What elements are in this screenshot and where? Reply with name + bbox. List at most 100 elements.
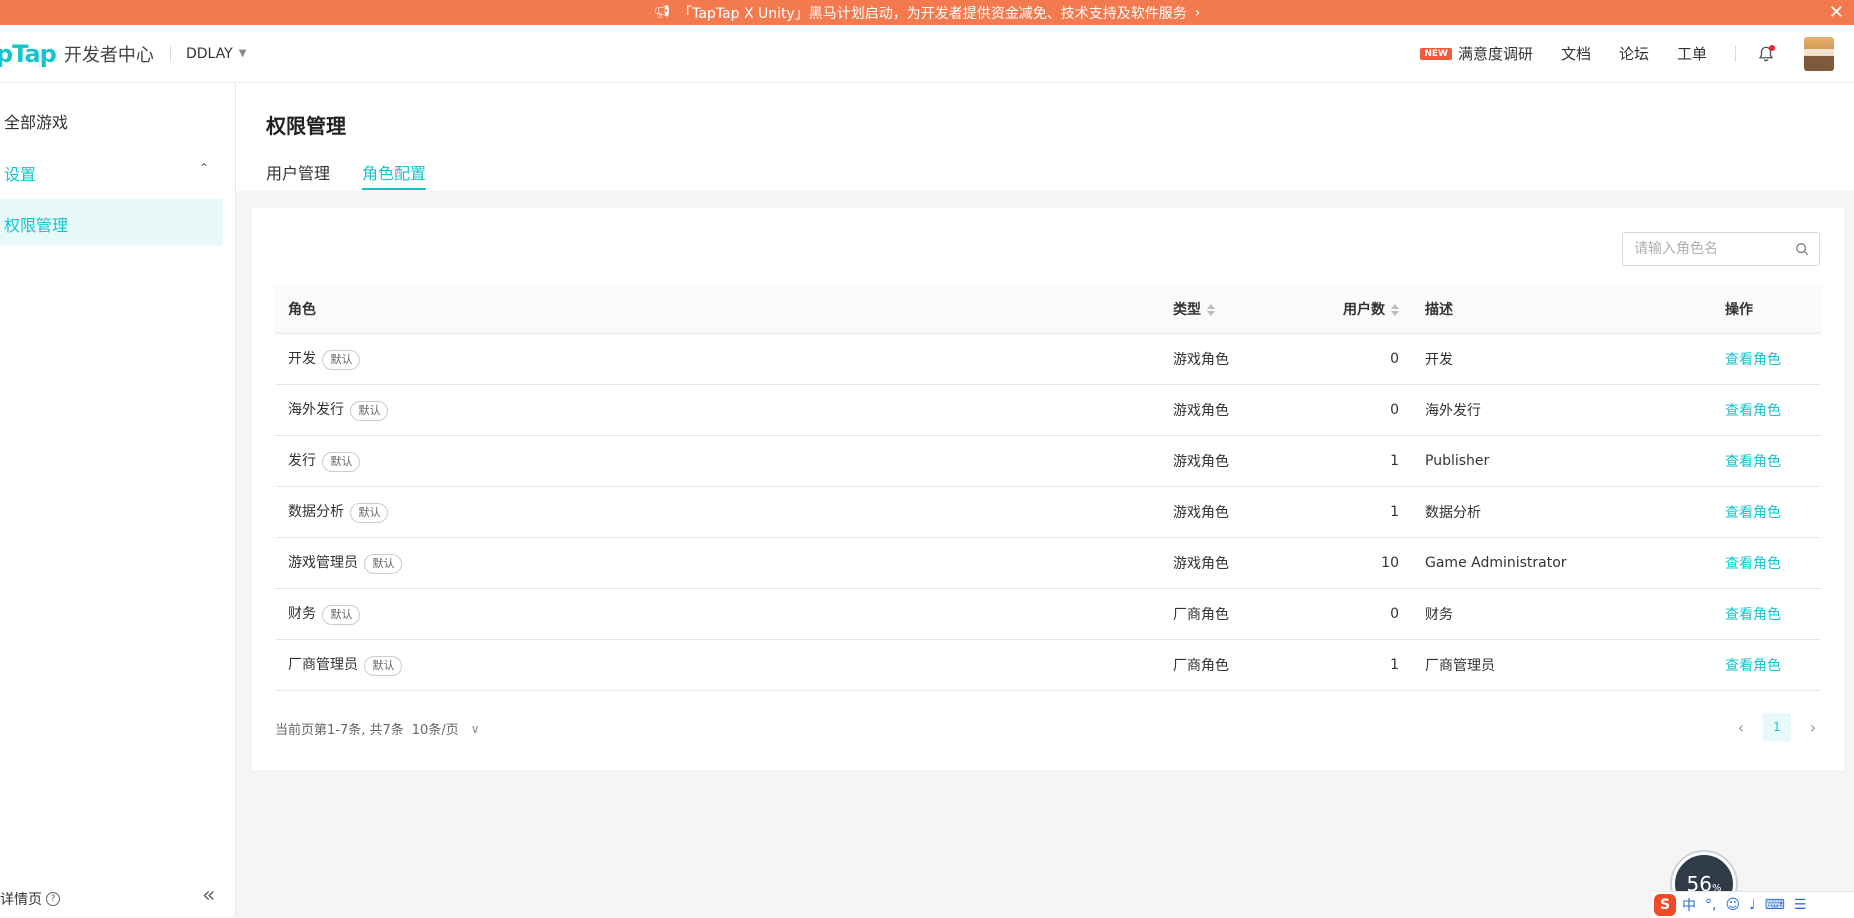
cell-desc: Publisher: [1412, 435, 1712, 487]
help-circle-icon: ?: [46, 892, 60, 906]
forum-link[interactable]: 论坛: [1619, 43, 1649, 64]
cell-type: 游戏角色: [1160, 435, 1286, 487]
table-row: 财务 默认 厂商角色 0 财务 查看角色: [275, 588, 1821, 640]
collapse-sidebar-icon[interactable]: «: [202, 883, 215, 908]
cell-users: 1: [1286, 435, 1412, 487]
banner-text[interactable]: 「TapTap X Unity」黑马计划启动，为开发者提供资金减免、技术支持及软…: [678, 3, 1187, 23]
logo-brand: pTap: [0, 39, 57, 68]
default-tag: 默认: [364, 554, 403, 574]
notification-bell-icon[interactable]: [1756, 44, 1776, 64]
view-role-link[interactable]: 查看角色: [1725, 454, 1781, 470]
logo-subtitle: 开发者中心: [63, 44, 154, 66]
header-role: 角色: [275, 285, 1160, 334]
cell-users: 10: [1286, 537, 1412, 589]
sidebar-item-label: 全部游戏: [4, 113, 69, 132]
page-header: 权限管理 用户管理 角色配置: [236, 83, 1854, 191]
ime-toolbar: S 中 °, ☺ ♩ ⌨ ☰: [1652, 891, 1854, 918]
cell-type: 游戏角色: [1160, 384, 1286, 436]
cell-desc: 数据分析: [1412, 486, 1712, 538]
default-tag: 默认: [322, 452, 361, 472]
view-role-link[interactable]: 查看角色: [1725, 556, 1781, 572]
org-switcher[interactable]: DDLAY ▼: [186, 25, 246, 82]
page-number[interactable]: 1: [1763, 713, 1791, 741]
logo[interactable]: pTap 开发者中心: [0, 25, 154, 82]
view-role-link[interactable]: 查看角色: [1725, 607, 1781, 623]
table-row: 数据分析 默认 游戏角色 1 数据分析 查看角色: [275, 486, 1821, 538]
view-role-link[interactable]: 查看角色: [1725, 352, 1781, 368]
header-desc: 描述: [1412, 285, 1712, 334]
cell-desc: 海外发行: [1412, 384, 1712, 436]
avatar[interactable]: [1804, 36, 1834, 71]
search-icon[interactable]: [1795, 242, 1809, 256]
close-icon[interactable]: ✕: [1829, 0, 1844, 25]
pagination-summary: 当前页第1-7条, 共7条 10条/页 ∨: [275, 719, 480, 739]
docs-link[interactable]: 文档: [1561, 43, 1591, 64]
default-tag: 默认: [364, 656, 403, 676]
tab-role-config[interactable]: 角色配置: [362, 160, 427, 190]
microphone-icon[interactable]: ♩: [1749, 897, 1756, 913]
sort-icon[interactable]: [1391, 304, 1399, 316]
table-row: 游戏管理员 默认 游戏角色 10 Game Administrator 查看角色: [275, 537, 1821, 589]
page-size-select[interactable]: 10条/页: [412, 719, 459, 738]
org-name: DDLAY: [186, 45, 233, 62]
cell-users: 0: [1286, 588, 1412, 640]
cell-desc: 厂商管理员: [1412, 639, 1712, 691]
cell-type: 游戏角色: [1160, 486, 1286, 538]
view-role-link[interactable]: 查看角色: [1725, 658, 1781, 674]
ticket-link[interactable]: 工单: [1677, 43, 1707, 64]
header-type[interactable]: 类型: [1160, 285, 1286, 334]
header-divider: [170, 46, 171, 62]
view-role-link[interactable]: 查看角色: [1725, 505, 1781, 521]
cell-type: 游戏角色: [1160, 333, 1286, 385]
cell-type: 厂商角色: [1160, 639, 1286, 691]
cell-users: 1: [1286, 639, 1412, 691]
sidebar-detail-link[interactable]: 详情页 ?: [0, 889, 60, 909]
cell-op: 查看角色: [1712, 333, 1821, 385]
sidebar-item-settings[interactable]: 设置 ⌃: [4, 161, 209, 185]
new-badge: NEW: [1420, 47, 1452, 60]
pagination-range: 当前页第1-7条, 共7条: [275, 723, 404, 738]
cell-users: 0: [1286, 384, 1412, 436]
cell-type: 游戏角色: [1160, 537, 1286, 589]
default-tag: 默认: [322, 605, 361, 625]
tab-user-management[interactable]: 用户管理: [266, 160, 330, 184]
ime-lang[interactable]: 中: [1682, 895, 1696, 915]
cell-role: 数据分析 默认: [275, 486, 1160, 538]
sidebar: 全部游戏 设置 ⌃ 权限管理 详情页 ? «: [0, 83, 236, 917]
prev-page-icon[interactable]: ‹: [1727, 718, 1755, 737]
sidebar-item-permissions[interactable]: 权限管理: [0, 199, 223, 245]
default-tag: 默认: [322, 350, 361, 370]
sidebar-item-all-games[interactable]: 全部游戏: [4, 109, 68, 133]
cell-op: 查看角色: [1712, 435, 1821, 487]
role-search-box[interactable]: [1622, 232, 1820, 266]
table-row: 开发 默认 游戏角色 0 开发 查看角色: [275, 333, 1821, 385]
search-input[interactable]: [1623, 233, 1784, 265]
table-header-row: 角色 类型 用户数 描述 操作: [275, 285, 1821, 334]
page-title: 权限管理: [266, 114, 346, 138]
announcement-banner[interactable]: 📢︎ 「TapTap X Unity」黑马计划启动，为开发者提供资金减免、技术支…: [0, 0, 1854, 25]
header-users[interactable]: 用户数: [1286, 285, 1412, 334]
roles-card: 角色 类型 用户数 描述 操作 开发 默认 游戏角色 0 开发 查看角色 海外发…: [252, 208, 1844, 770]
cell-op: 查看角色: [1712, 384, 1821, 436]
skin-icon[interactable]: ☰: [1794, 897, 1807, 913]
keyboard-icon[interactable]: ⌨: [1765, 897, 1785, 913]
cell-op: 查看角色: [1712, 588, 1821, 640]
table-row: 发行 默认 游戏角色 1 Publisher 查看角色: [275, 435, 1821, 487]
header-op: 操作: [1712, 285, 1821, 334]
emoji-icon[interactable]: ☺: [1725, 897, 1740, 913]
top-header: pTap 开发者中心 DDLAY ▼ NEW 满意度调研 文档 论坛 工单: [0, 25, 1854, 83]
sidebar-item-label: 设置: [4, 165, 37, 184]
header-divider-right: [1735, 45, 1736, 62]
punctuation-icon[interactable]: °,: [1705, 897, 1716, 913]
sort-icon[interactable]: [1207, 304, 1215, 316]
ime-logo[interactable]: S: [1654, 894, 1676, 916]
sidebar-item-label: 权限管理: [4, 216, 69, 235]
survey-link[interactable]: 满意度调研: [1458, 43, 1533, 64]
cell-type: 厂商角色: [1160, 588, 1286, 640]
cell-role: 厂商管理员 默认: [275, 639, 1160, 691]
next-page-icon[interactable]: ›: [1799, 718, 1827, 737]
chevron-down-icon[interactable]: ∨: [471, 722, 480, 736]
cell-op: 查看角色: [1712, 537, 1821, 589]
view-role-link[interactable]: 查看角色: [1725, 403, 1781, 419]
megaphone-icon: 📢︎: [653, 5, 671, 20]
